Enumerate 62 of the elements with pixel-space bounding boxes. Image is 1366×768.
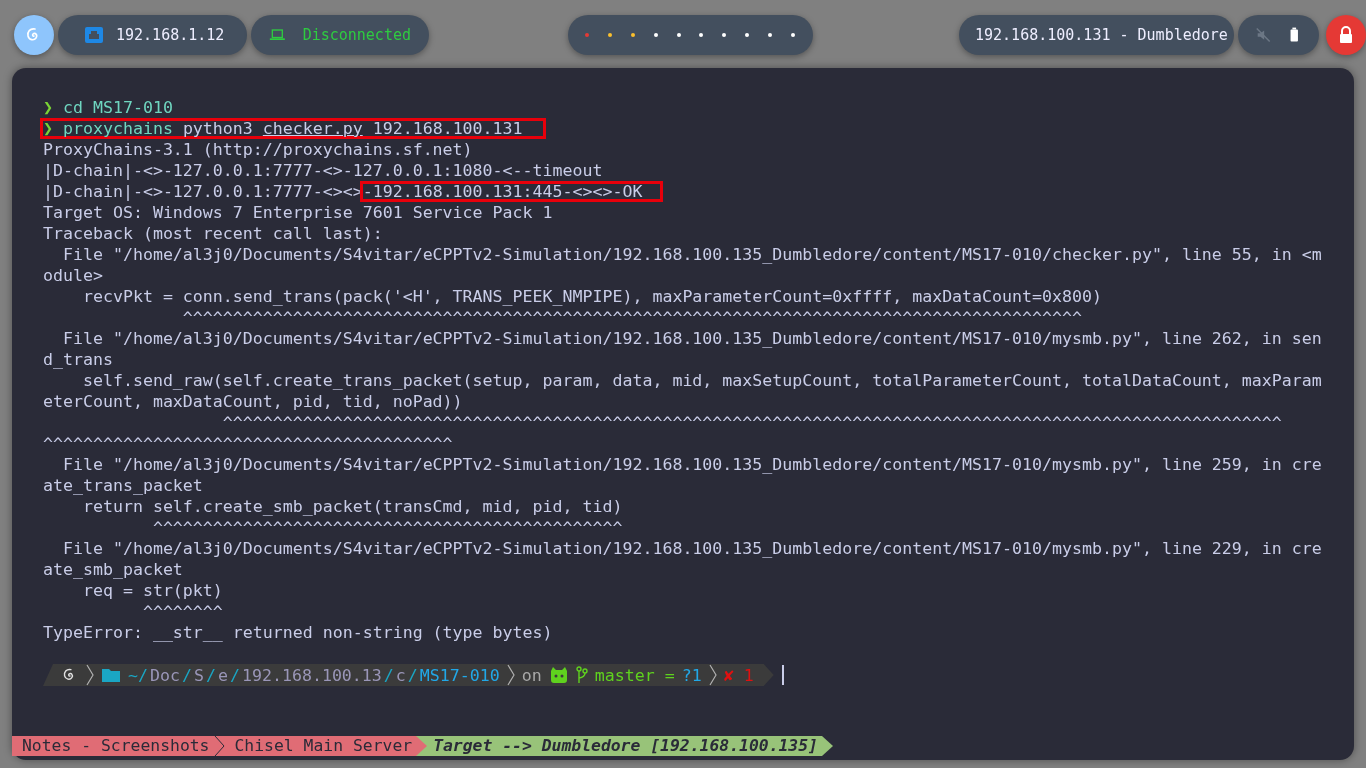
output-text: TypeError: __str__ returned non-string (type bytes) <box>43 623 553 642</box>
status-widget[interactable] <box>1238 15 1319 55</box>
output-text: |D-chain|-<>-127.0.0.1:7777-<>-127.0.0.1:1080-<--timeout <box>43 161 603 180</box>
workspace-dot[interactable] <box>745 33 750 37</box>
status-segment[interactable]: Notes - Screenshots <box>12 736 214 756</box>
vpn-widget[interactable]: Disconnected <box>251 15 429 55</box>
chevron-icon <box>86 664 94 686</box>
lock-button[interactable] <box>1326 15 1366 55</box>
workspace-dot[interactable] <box>699 33 704 37</box>
output-text: ^^^^^^^^ <box>141 602 223 621</box>
on-label: on <box>521 665 542 685</box>
path-text: ~/Doc/S/e/192.168.100.13/c/MS17-010 <box>128 665 500 685</box>
highlighted-output: -192.168.100.131:445-<><>-OK <box>359 181 664 202</box>
output-text: return self.create_smb_packet(transCmd, mid, pid, tid) <box>81 497 623 516</box>
output-text: d_trans <box>43 350 113 369</box>
branch-name: master = <box>594 665 675 685</box>
target-widget[interactable]: 192.168.100.131 - Dumbledore <box>959 15 1234 55</box>
workspace-dot[interactable] <box>790 33 795 37</box>
output-text: odule> <box>43 266 103 285</box>
output-text: File "/home/al3j0/Documents/S4vitar/eCPPTv2-Simulation/192.168.100.135_Dumbledore/content/MS17-010/mysmb.py", line 229, in cre <box>61 539 1322 558</box>
workspace-dot[interactable] <box>653 33 658 37</box>
workspace-dot[interactable] <box>722 33 727 37</box>
output-text: Traceback (most recent call last): <box>43 224 383 243</box>
chevron-icon <box>506 664 515 686</box>
exit-status: ✘ 1 <box>723 665 754 685</box>
network-widget[interactable]: 192.168.1.12 <box>58 15 247 55</box>
command-text: cd MS17-010 <box>62 98 173 117</box>
text-cursor <box>781 665 784 685</box>
output-text: 192.168.100.131 <box>371 119 523 138</box>
output-text: File "/home/al3j0/Documents/S4vitar/eCPPTv2-Simulation/192.168.100.135_Dumbledore/content/MS17-010/mysmb.py", line 262, in sen <box>61 329 1322 348</box>
workspace-dot[interactable] <box>630 33 635 37</box>
vpn-status: Disconnected <box>302 26 411 44</box>
output-text: ^^^^^^^^^^^^^^^^^^^^^^^^^^^^^^^^^^^^^^^^^^^^^^^ <box>151 518 623 537</box>
output-text: req = str(pkt) <box>81 581 223 600</box>
launcher-button[interactable] <box>14 15 54 55</box>
command-text: proxychains <box>62 119 173 138</box>
output-text: recvPkt = conn.send_trans(pack('<H', TRANS_PEEK_NMPIPE), maxParameterCount=0xffff, maxDataCount=0x800) <box>81 287 1102 306</box>
output-text: Target OS: Windows 7 Enterprise 7601 Service Pack 1 <box>43 203 553 222</box>
ip-address: 192.168.1.12 <box>116 26 225 44</box>
workspace-dot[interactable] <box>607 33 612 37</box>
output-text: eterCount, maxDataCount, pid, tid, noPad)) <box>43 392 463 411</box>
output-text: python3 <box>181 119 254 138</box>
output-text: ^^^^^^^^^^^^^^^^^^^^^^^^^^^^^^^^^^^^^^^^^^^^^^^^^^^^^^^^^^^^^^^^^^^^^^^^^^^^^^^^^^^^^^^^^^ <box>181 308 1082 327</box>
output-text: File "/home/al3j0/Documents/S4vitar/eCPPTv2-Simulation/192.168.100.135_Dumbledore/content/MS17-010/checker.py", line 55, in <m <box>61 245 1322 264</box>
output-text: self.send_raw(self.create_trans_packet(setup, param, data, mid, maxSetupCount, totalParameterCount, totalDataCount, maxParam <box>81 371 1322 390</box>
filename-text: checker.py <box>262 119 363 138</box>
output-text: ate_smb_packet <box>43 560 183 579</box>
output-text: File "/home/al3j0/Documents/S4vitar/eCPPTv2-Simulation/192.168.100.135_Dumbledore/content/MS17-010/mysmb.py", line 259, in cre <box>61 455 1322 474</box>
target-address: 192.168.100.131 - Dumbledore <box>975 26 1228 44</box>
output-text: ^^^^^^^^^^^^^^^^^^^^^^^^^^^^^^^^^^^^^^^^^ <box>43 434 453 453</box>
ethernet-icon <box>84 25 104 45</box>
prompt-arrow: ❯ <box>43 119 53 138</box>
prompt-arrow: ❯ <box>43 98 53 117</box>
chevron-icon <box>708 664 717 686</box>
workspace-dot[interactable] <box>768 33 773 37</box>
workspace-dot[interactable] <box>584 33 589 37</box>
workspace-dot[interactable] <box>676 33 681 37</box>
output-text: ProxyChains-3.1 (http://proxychains.sf.net) <box>43 140 473 159</box>
branch-icon <box>575 666 588 684</box>
output-text: ^^^^^^^^^^^^^^^^^^^^^^^^^^^^^^^^^^^^^^^^^^^^^^^^^^^^^^^^^^^^^^^^^^^^^^^^^^^^^^^^^^^^^^^^^^^^^^^^^^^^^^^^^^ <box>221 413 1282 432</box>
output-text: ate_trans_packet <box>43 476 203 495</box>
git-status: ?1 <box>681 665 702 685</box>
